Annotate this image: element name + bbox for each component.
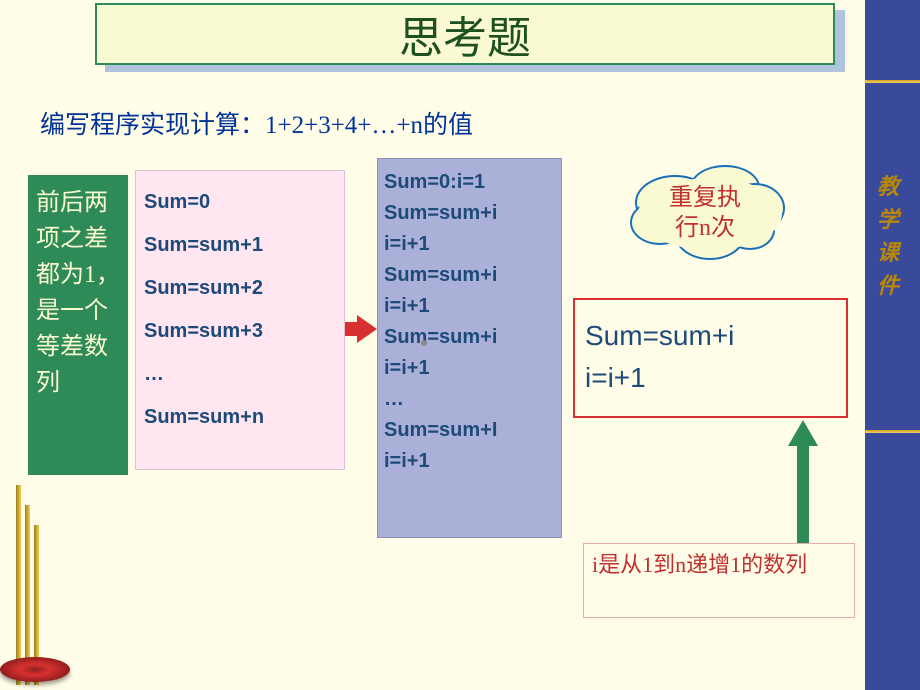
code-line: Sum=sum+2 xyxy=(144,267,336,310)
slide-subtitle: 编写程序实现计算：1+2+3+4+…+n的值 xyxy=(40,105,473,141)
code-line: Sum=0:i=1 xyxy=(384,167,555,198)
cloud-text: 重复执 行n次 xyxy=(605,183,805,243)
code-line: Sum=sum+i xyxy=(384,322,555,353)
right-sidebar: 教学课件 xyxy=(865,0,920,690)
sidebar-label: 教学课件 xyxy=(877,170,907,302)
bottom-note-box: i是从1到n递增1的数列 xyxy=(583,543,855,618)
code-line: … xyxy=(144,353,336,396)
decorative-bars xyxy=(16,485,46,685)
sidebar-divider-bottom xyxy=(865,430,920,433)
title-bar: 思考题 xyxy=(95,3,835,65)
code-line: i=i+1 xyxy=(384,291,555,322)
code-line: Sum=sum+i xyxy=(384,198,555,229)
blue-code-box: Sum=0:i=1 Sum=sum+i i=i+1 Sum=sum+i i=i+… xyxy=(377,158,562,538)
code-line: Sum=sum+i xyxy=(384,260,555,291)
pink-code-box: Sum=0 Sum=sum+1 Sum=sum+2 Sum=sum+3 … Su… xyxy=(135,170,345,470)
slide-title: 思考题 xyxy=(399,2,531,66)
code-line: Sum=sum+n xyxy=(144,396,336,439)
code-line: Sum=sum+i xyxy=(585,315,836,357)
red-outline-box: Sum=sum+i i=i+1 xyxy=(573,298,848,418)
code-line: i=i+1 xyxy=(585,357,836,399)
code-line: i=i+1 xyxy=(384,229,555,260)
code-line: Sum=sum+3 xyxy=(144,310,336,353)
green-note-box: 前后两项之差都为1，是一个等差数列 xyxy=(28,175,128,475)
code-line: i=i+1 xyxy=(384,353,555,384)
code-line: Sum=sum+1 xyxy=(144,224,336,267)
dot-icon xyxy=(421,340,427,346)
cloud-callout: 重复执 行n次 xyxy=(605,165,805,265)
sidebar-divider-top xyxy=(865,80,920,83)
decorative-disc xyxy=(0,657,70,682)
code-line: Sum=sum+I xyxy=(384,415,555,446)
code-line: i=i+1 xyxy=(384,446,555,477)
code-line: Sum=0 xyxy=(144,181,336,224)
code-line: … xyxy=(384,384,555,415)
green-up-arrow-icon xyxy=(788,420,818,545)
